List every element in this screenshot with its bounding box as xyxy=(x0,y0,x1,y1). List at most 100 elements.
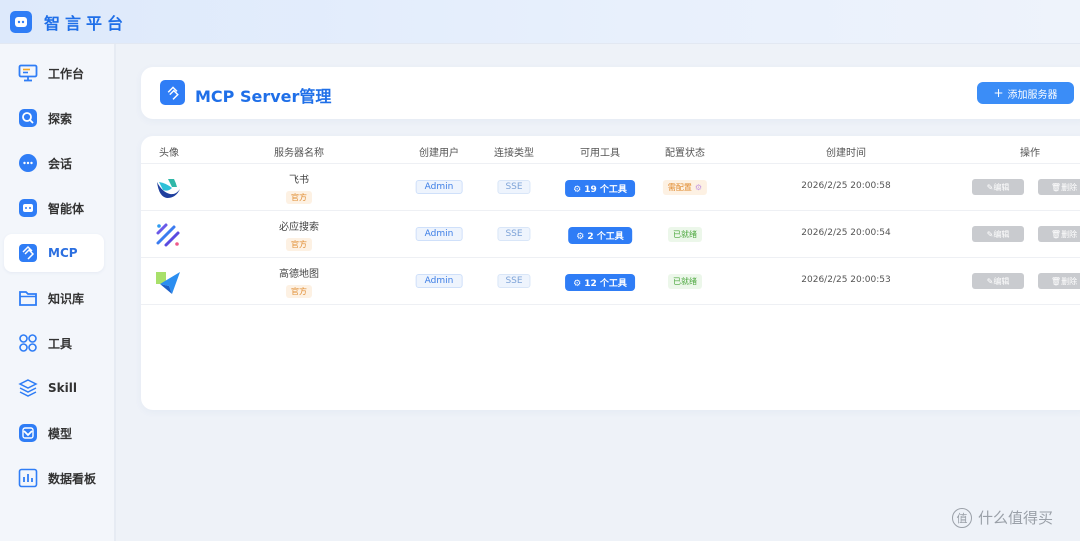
watermark: 值 什么值得买 xyxy=(952,507,1053,528)
gear-icon: ⚙ xyxy=(573,185,585,195)
table-row[interactable]: 飞书 官方 Admin SSE ⚙ 19 个工具 需配置 ⚙ 2026/2/25 … xyxy=(141,164,1080,211)
connection-type-tag: SSE xyxy=(497,180,531,194)
sidebar-item-label: 数据看板 xyxy=(48,471,97,486)
delete-label: 删除 xyxy=(1061,276,1078,286)
trash-icon: 🗑︎ xyxy=(1050,182,1062,192)
sidebar-item-label: 知识库 xyxy=(48,291,85,306)
creator-tag: Admin xyxy=(415,274,463,288)
status-badge: 已就绪 xyxy=(668,227,702,242)
sidebar-item-workbench[interactable]: 工作台 xyxy=(4,54,104,92)
tools-button[interactable]: ⚙ 2 个工具 xyxy=(568,227,632,244)
edit-label: 编辑 xyxy=(993,276,1010,286)
plus-icon: + xyxy=(993,86,1004,100)
status-text: 需配置 xyxy=(667,183,692,192)
edit-icon: ✎ xyxy=(986,229,994,239)
status-badge: 已就绪 xyxy=(668,274,702,289)
table-header: 头像 服务器名称 创建用户 连接类型 可用工具 配置状态 创建时间 操作 xyxy=(141,136,1080,164)
delete-label: 删除 xyxy=(1061,182,1078,192)
page-header: MCP Server管理 + 添加服务器 xyxy=(141,67,1080,119)
settings-icon: ⚙ xyxy=(694,183,703,192)
sidebar-item-tools[interactable]: 工具 xyxy=(4,324,104,362)
created-time: 2026/2/25 20:00:53 xyxy=(801,275,891,285)
monitor-icon xyxy=(18,63,38,83)
sidebar-item-mcp[interactable]: MCP xyxy=(4,234,104,272)
table-row[interactable]: 高德地图 官方 Admin SSE ⚙ 12 个工具 已就绪 2026/2/25… xyxy=(141,258,1080,305)
add-server-button[interactable]: + 添加服务器 xyxy=(977,82,1074,104)
official-badge: 官方 xyxy=(286,285,312,298)
created-time: 2026/2/25 20:00:54 xyxy=(801,228,891,238)
watermark-logo-icon: 值 xyxy=(952,507,972,528)
add-server-label: 添加服务器 xyxy=(1007,89,1058,101)
official-badge: 官方 xyxy=(286,238,312,251)
server-name: 必应搜索 xyxy=(279,222,319,233)
feishu-logo-icon xyxy=(157,179,180,198)
chart-icon xyxy=(18,468,38,488)
page-title: MCP Server管理 xyxy=(195,87,332,106)
chat-icon xyxy=(18,153,38,173)
delete-button[interactable]: 🗑︎ 删除 xyxy=(1038,226,1080,242)
sidebar-item-label: 模型 xyxy=(48,426,73,441)
sidebar-item-skill[interactable]: Skill xyxy=(4,369,104,407)
amap-logo-icon xyxy=(156,272,180,294)
watermark-text: 什么值得买 xyxy=(978,509,1054,527)
grid-icon xyxy=(18,333,38,353)
sidebar-item-label: 智能体 xyxy=(48,201,85,216)
column-header: 操作 xyxy=(1020,148,1040,159)
table-row[interactable]: 必应搜索 官方 Admin SSE ⚙ 2 个工具 已就绪 2026/2/25 … xyxy=(141,211,1080,258)
app-logo-icon xyxy=(10,10,32,33)
edit-label: 编辑 xyxy=(993,229,1010,239)
sidebar-item-label: 工具 xyxy=(48,336,73,351)
robot-icon xyxy=(18,198,38,218)
tools-count: 19 个工具 xyxy=(584,185,627,195)
edit-label: 编辑 xyxy=(993,182,1010,192)
server-name: 高德地图 xyxy=(279,269,319,280)
creator-tag: Admin xyxy=(415,180,463,194)
server-table: 头像 服务器名称 创建用户 连接类型 可用工具 配置状态 创建时间 操作 飞书 … xyxy=(141,136,1080,410)
trash-icon: 🗑︎ xyxy=(1050,229,1062,239)
folder-icon xyxy=(18,288,38,308)
tools-count: 2 个工具 xyxy=(587,232,624,242)
official-badge: 官方 xyxy=(286,191,312,204)
top-bar: 智言平台 xyxy=(0,0,1080,44)
edit-button[interactable]: ✎ 编辑 xyxy=(972,179,1024,195)
sidebar-item-label: Skill xyxy=(48,381,77,395)
sidebar-item-explore[interactable]: 探索 xyxy=(4,99,104,137)
column-header: 连接类型 xyxy=(494,148,534,159)
tools-button[interactable]: ⚙ 12 个工具 xyxy=(565,274,635,291)
explore-icon xyxy=(18,108,38,128)
sidebar-item-label: 会话 xyxy=(48,156,73,171)
edit-icon: ✎ xyxy=(986,182,994,192)
edit-button[interactable]: ✎ 编辑 xyxy=(972,273,1024,289)
mcp-icon xyxy=(160,80,185,105)
created-time: 2026/2/25 20:00:58 xyxy=(801,181,891,191)
sidebar-item-label: 探索 xyxy=(48,111,73,126)
status-badge: 需配置 ⚙ xyxy=(662,180,708,195)
sidebar-item-agent[interactable]: 智能体 xyxy=(4,189,104,227)
sidebar-item-knowledge[interactable]: 知识库 xyxy=(4,279,104,317)
gear-icon: ⚙ xyxy=(573,279,585,289)
creator-tag: Admin xyxy=(415,227,463,241)
connection-type-tag: SSE xyxy=(497,227,531,241)
edit-button[interactable]: ✎ 编辑 xyxy=(972,226,1024,242)
sidebar-item-dashboard[interactable]: 数据看板 xyxy=(4,459,104,497)
model-icon xyxy=(18,423,38,443)
edit-icon: ✎ xyxy=(986,276,994,286)
column-header: 头像 xyxy=(159,148,179,159)
gear-icon: ⚙ xyxy=(576,232,588,242)
column-header: 服务器名称 xyxy=(274,148,324,159)
column-header: 创建用户 xyxy=(419,148,459,159)
tools-button[interactable]: ⚙ 19 个工具 xyxy=(565,180,635,197)
delete-button[interactable]: 🗑︎ 删除 xyxy=(1038,179,1080,195)
trash-icon: 🗑︎ xyxy=(1050,276,1062,286)
bing-search-logo-icon xyxy=(156,223,180,247)
delete-button[interactable]: 🗑︎ 删除 xyxy=(1038,273,1080,289)
server-name: 飞书 xyxy=(289,175,309,186)
column-header: 配置状态 xyxy=(665,148,705,159)
sidebar-item-model[interactable]: 模型 xyxy=(4,414,104,452)
sidebar-item-chat[interactable]: 会话 xyxy=(4,144,104,182)
column-header: 可用工具 xyxy=(580,148,620,159)
connection-type-tag: SSE xyxy=(497,274,531,288)
column-header: 创建时间 xyxy=(826,148,866,159)
app-title: 智言平台 xyxy=(44,13,129,33)
layers-icon xyxy=(18,378,38,398)
